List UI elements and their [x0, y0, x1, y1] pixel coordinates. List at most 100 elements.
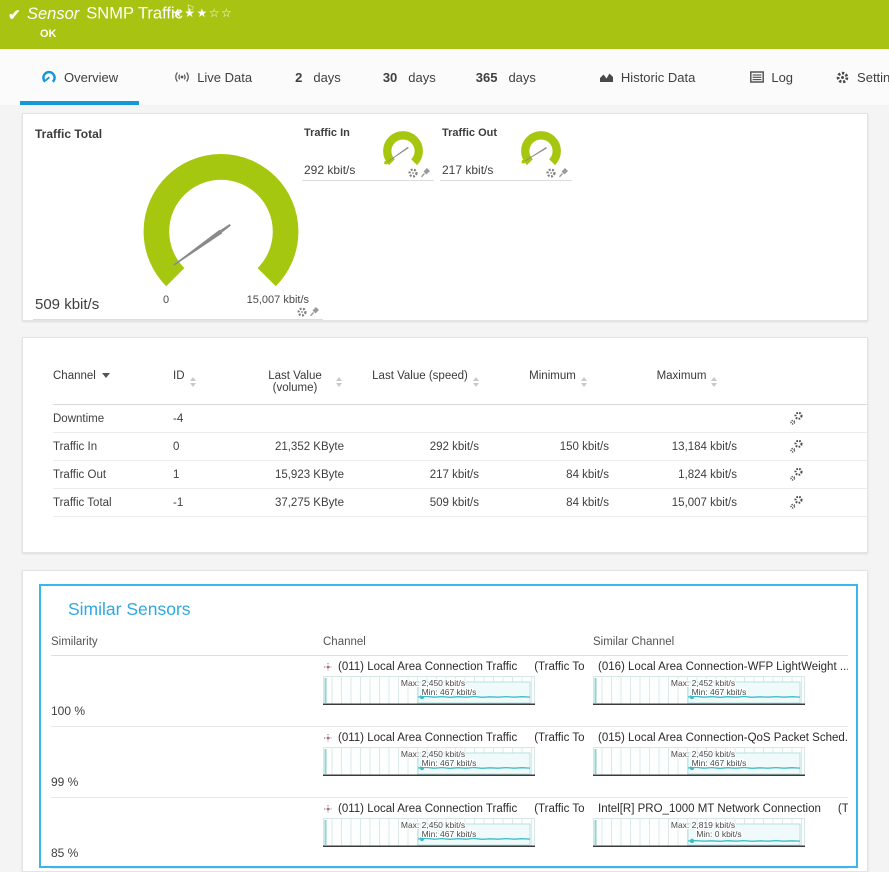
gauge-tile-traffic-out: Traffic Out 217 kbit/s — [440, 127, 572, 181]
move-icon[interactable] — [323, 662, 333, 672]
similarity-value: 99 % — [51, 775, 323, 797]
gauge-tile-traffic-in: Traffic In 292 kbit/s — [302, 127, 434, 181]
page-title: SensorSNMP Traffic⚐ — [27, 4, 195, 24]
broadcast-icon — [174, 71, 190, 83]
col-header-volume[interactable]: Last Value (volume) — [243, 370, 358, 394]
edit-channel-icon[interactable] — [789, 439, 804, 454]
chart-icon — [599, 71, 614, 83]
similar-channel-cell: (015) Local Area Connection-QoS Packet S… — [593, 727, 848, 797]
col-header-maximum[interactable]: Maximum — [623, 370, 751, 387]
similar-channel-cell: (016) Local Area Connection-WFP LightWei… — [593, 656, 848, 726]
mini-graph[interactable]: Max: 2,452 kbit/s Min: 467 kbit/s — [593, 676, 805, 705]
channel-table-panel: Channel ID Last Value (volume) Last Valu… — [22, 337, 868, 553]
tab-days-number: 30 — [383, 70, 397, 85]
gear-icon — [835, 70, 850, 85]
gauge-current-value: 292 kbit/s — [304, 163, 355, 177]
gauge-title: Traffic Total — [35, 127, 102, 141]
mini-graph[interactable]: Max: 2,450 kbit/s Min: 467 kbit/s — [323, 747, 535, 776]
similar-sensors-title: Similar Sensors — [68, 599, 856, 620]
mini-graph[interactable]: Max: 2,450 kbit/s Min: 467 kbit/s — [593, 747, 805, 776]
cell-channel: Traffic Total — [53, 497, 173, 509]
table-row-downtime: Downtime -4 — [53, 405, 867, 433]
gauges-panel: Traffic Total 509 kbit/s 0 15,007 kbit/s… — [22, 113, 868, 321]
channel-link[interactable]: (011) Local Area Connection Traffic(Traf… — [323, 803, 593, 815]
col-header-speed[interactable]: Last Value (speed) — [358, 370, 493, 387]
status-ok-check-icon: ✔ — [8, 6, 21, 24]
edit-channel-icon[interactable] — [789, 411, 804, 426]
tab-bar: Overview Live Data 2 days 30 days 365 da… — [0, 49, 889, 105]
channel-link[interactable]: (011) Local Area Connection Traffic(Traf… — [323, 732, 593, 744]
mini-graph[interactable]: Max: 2,450 kbit/s Min: 467 kbit/s — [323, 676, 535, 705]
col-header-channel: Channel — [323, 636, 593, 648]
gauge-tile-traffic-total: Traffic Total 509 kbit/s 0 15,007 kbit/s — [33, 122, 323, 320]
gauge-scale-max: 15,007 kbit/s — [247, 294, 309, 306]
gauge-tools[interactable] — [406, 167, 432, 179]
tab-settings[interactable]: Settings — [819, 49, 889, 105]
stars-filled[interactable]: ★★★ — [172, 6, 209, 20]
svg-text:Min: 467 kbit/s: Min: 467 kbit/s — [692, 758, 747, 768]
gauge-tools[interactable] — [544, 167, 570, 179]
channel-cell: (011) Local Area Connection Traffic(Traf… — [323, 727, 593, 797]
cell-channel: Traffic In — [53, 441, 173, 453]
gear-icon — [299, 309, 306, 316]
pin-icon — [560, 168, 569, 177]
edit-channel-icon[interactable] — [789, 467, 804, 482]
gauge-scale-min: 0 — [163, 294, 169, 306]
tab-2-days[interactable]: 2 days — [281, 49, 355, 105]
tab-days-word: days — [508, 70, 535, 85]
channel-link[interactable]: (016) Local Area Connection-WFP LightWei… — [593, 661, 848, 673]
sensor-name: SNMP Traffic — [86, 5, 183, 23]
tab-30-days[interactable]: 30 days — [369, 49, 450, 105]
tab-live-data[interactable]: Live Data — [153, 49, 273, 105]
gauge-tools[interactable] — [295, 306, 321, 318]
channel-cell: (011) Local Area Connection Traffic(Traf… — [323, 656, 593, 726]
cell-id: 0 — [173, 441, 243, 453]
similar-table-header: Similarity Channel Similar Channel — [51, 636, 848, 656]
status-badge: OK — [40, 28, 57, 40]
tab-days-number: 2 — [295, 70, 302, 85]
col-header-channel[interactable]: Channel — [53, 370, 173, 382]
move-icon[interactable] — [323, 733, 333, 743]
tab-days-word: days — [313, 70, 340, 85]
sort-icons — [473, 377, 479, 387]
priority-stars[interactable]: ★★★☆☆ — [172, 6, 233, 20]
tab-label: Settings — [857, 70, 889, 85]
channel-link[interactable]: (015) Local Area Connection-QoS Packet S… — [593, 732, 848, 744]
tab-365-days[interactable]: 365 days — [462, 49, 550, 105]
tab-label: Historic Data — [621, 70, 695, 85]
col-header-minimum[interactable]: Minimum — [493, 370, 623, 387]
similar-channel-cell: Intel[R] PRO_1000 MT Network Connection(… — [593, 798, 848, 868]
col-header-similarity: Similarity — [51, 636, 323, 648]
tab-label: Log — [771, 70, 793, 85]
gear-icon — [548, 170, 555, 177]
channel-link[interactable]: (011) Local Area Connection Traffic(Traf… — [323, 661, 593, 673]
svg-text:Min: 467 kbit/s: Min: 467 kbit/s — [422, 687, 477, 697]
tab-historic-data[interactable]: Historic Data — [578, 49, 716, 105]
gauge-current-value: 509 kbit/s — [35, 296, 99, 313]
tab-overview[interactable]: Overview — [20, 49, 139, 105]
cell-id: 1 — [173, 469, 243, 481]
tab-label: Overview — [64, 70, 118, 85]
svg-text:Min: 467 kbit/s: Min: 467 kbit/s — [422, 829, 477, 839]
col-header-id[interactable]: ID — [173, 370, 243, 387]
similar-row: 100 % (011) Local Area Connection Traffi… — [51, 656, 848, 727]
gauge-needle — [172, 223, 231, 267]
gear-icon — [410, 170, 417, 177]
gauge-current-value: 217 kbit/s — [442, 163, 493, 177]
log-list-icon — [750, 71, 764, 83]
edit-channel-icon[interactable] — [789, 495, 804, 510]
sort-icons — [581, 377, 587, 387]
mini-graph[interactable]: Max: 2,819 kbit/s Min: 0 kbit/s — [593, 818, 805, 847]
similar-row: 99 % (011) Local Area Connection Traffic… — [51, 727, 848, 798]
tab-log[interactable]: Log — [734, 49, 809, 105]
mini-graph[interactable]: Max: 2,450 kbit/s Min: 467 kbit/s — [323, 818, 535, 847]
stars-empty[interactable]: ☆☆ — [209, 6, 234, 20]
similar-sensors-table: Similarity Channel Similar Channel 100 %… — [51, 636, 848, 869]
channel-link[interactable]: Intel[R] PRO_1000 MT Network Connection(… — [593, 803, 848, 815]
move-icon[interactable] — [323, 804, 333, 814]
gauge-title: Traffic Out — [442, 127, 497, 139]
cell-id: -1 — [173, 497, 243, 509]
similar-sensors-box: Similar Sensors Similarity Channel Simil… — [39, 584, 858, 868]
col-header-similar-channel: Similar Channel — [593, 636, 848, 648]
table-row-traffic-total: Traffic Total -1 37,275 KByte 509 kbit/s… — [53, 489, 867, 517]
